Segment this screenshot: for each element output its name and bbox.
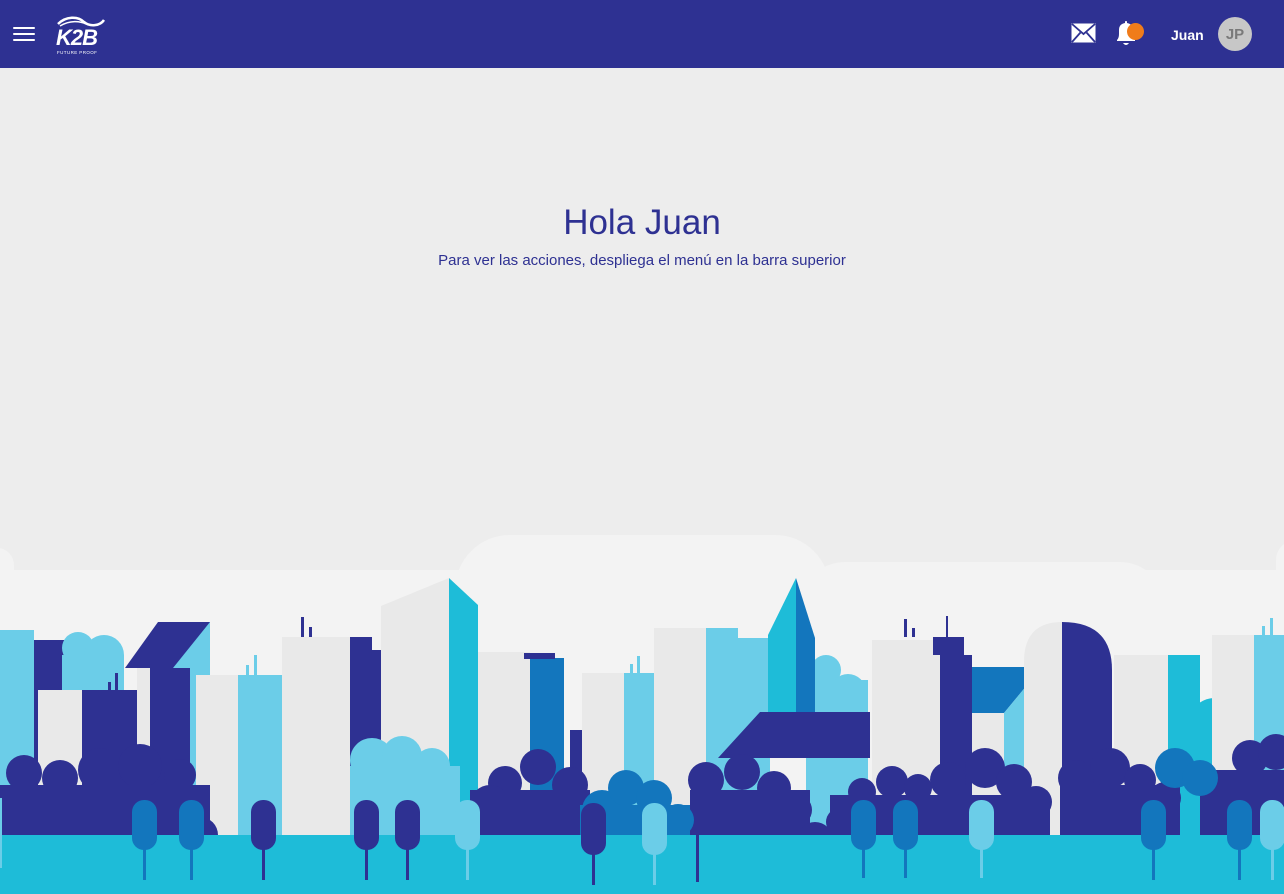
mail-icon[interactable] (1071, 23, 1096, 43)
greeting-title: Hola Juan (563, 203, 721, 242)
k2b-logo[interactable]: K2B FUTURE PROOF (54, 14, 108, 58)
logo-tagline: FUTURE PROOF (57, 50, 98, 55)
top-bar: K2B FUTURE PROOF Juan JP (0, 0, 1284, 68)
logo-text: K2B (56, 25, 98, 50)
notification-badge (1127, 23, 1144, 40)
hamburger-menu-icon[interactable] (13, 24, 35, 44)
user-name[interactable]: Juan (1171, 27, 1204, 43)
avatar[interactable]: JP (1218, 17, 1252, 51)
city-skyline-illustration (0, 535, 1284, 894)
greeting-subtitle: Para ver las acciones, despliega el menú… (438, 252, 846, 269)
